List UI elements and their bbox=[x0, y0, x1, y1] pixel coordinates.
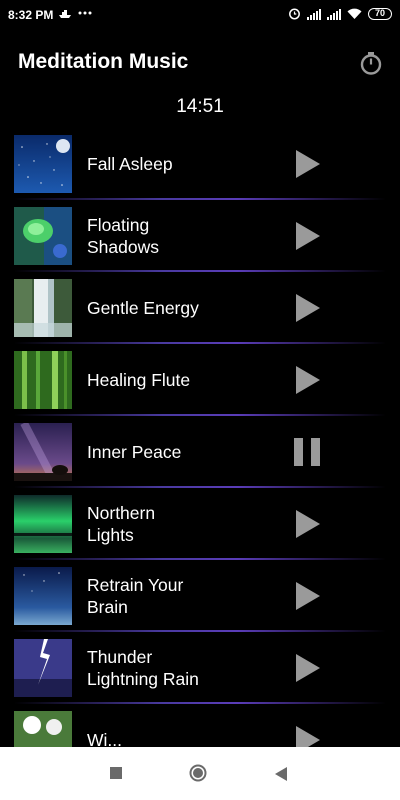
wifi-icon bbox=[347, 8, 362, 19]
play-icon bbox=[296, 654, 320, 682]
track-title: Floating Shadows bbox=[87, 200, 277, 272]
battery-level: 70 bbox=[374, 7, 385, 18]
play-button[interactable] bbox=[294, 654, 322, 682]
track-title: Wi... bbox=[87, 704, 277, 748]
track-row[interactable]: Wi... bbox=[0, 704, 400, 748]
track-list[interactable]: Fall Asleep Floating Shadows Gentle Ener… bbox=[0, 128, 400, 748]
track-row[interactable]: Northern Lights bbox=[0, 488, 400, 560]
play-icon bbox=[296, 150, 320, 178]
status-time: 8:32 PM bbox=[8, 8, 54, 22]
more-dots-icon bbox=[78, 11, 92, 15]
track-thumbnail bbox=[14, 351, 72, 409]
track-thumbnail bbox=[14, 495, 72, 553]
track-title: Northern Lights bbox=[87, 488, 277, 560]
track-row[interactable]: Fall Asleep bbox=[0, 128, 400, 200]
signal-icon bbox=[307, 8, 321, 20]
track-thumbnail bbox=[14, 135, 72, 193]
track-title-text: Thunder Lightning Rain bbox=[87, 647, 199, 689]
track-thumbnail bbox=[14, 207, 72, 265]
battery-icon: 70 bbox=[368, 7, 392, 20]
status-bar: 8:32 PM 70 bbox=[0, 0, 400, 32]
track-row[interactable]: Thunder Lightning Rain bbox=[0, 632, 400, 704]
alarm-icon bbox=[289, 8, 300, 20]
stopwatch-icon bbox=[360, 52, 382, 75]
track-thumbnail bbox=[14, 711, 72, 748]
play-button[interactable] bbox=[294, 150, 322, 178]
track-title: Gentle Energy bbox=[87, 272, 277, 344]
track-row[interactable]: Floating Shadows bbox=[0, 200, 400, 272]
track-title-text: Floating Shadows bbox=[87, 215, 159, 257]
track-title-text: Gentle Energy bbox=[87, 298, 199, 318]
status-right-icons: 70 bbox=[288, 7, 392, 20]
play-button[interactable] bbox=[294, 222, 322, 250]
track-title-text: Northern Lights bbox=[87, 503, 156, 545]
track-row[interactable]: Retrain Your Brain bbox=[0, 560, 400, 632]
track-title-text: Healing Flute bbox=[87, 370, 191, 390]
recents-square-icon[interactable] bbox=[110, 767, 122, 779]
track-title: Healing Flute bbox=[87, 344, 277, 416]
track-thumbnail bbox=[14, 639, 72, 697]
track-title: Retrain Your Brain bbox=[87, 560, 277, 632]
boat-icon bbox=[59, 10, 71, 18]
navigation-bar bbox=[0, 747, 400, 800]
sleep-timer-button[interactable] bbox=[358, 50, 384, 76]
track-row[interactable]: Inner Peace bbox=[0, 416, 400, 488]
play-button[interactable] bbox=[294, 582, 322, 610]
play-icon bbox=[296, 366, 320, 394]
track-title-text: Inner Peace bbox=[87, 442, 182, 462]
track-thumbnail bbox=[14, 423, 72, 481]
play-icon bbox=[296, 582, 320, 610]
play-button[interactable] bbox=[294, 366, 322, 394]
home-circle-icon[interactable] bbox=[189, 764, 207, 782]
status-left-icons bbox=[58, 7, 92, 19]
play-button[interactable] bbox=[294, 726, 322, 748]
track-row[interactable]: Healing Flute bbox=[0, 344, 400, 416]
play-icon bbox=[296, 222, 320, 250]
track-title-text: Retrain Your Brain bbox=[87, 575, 184, 617]
pause-icon bbox=[294, 438, 320, 466]
track-thumbnail bbox=[14, 279, 72, 337]
track-thumbnail bbox=[14, 567, 72, 625]
track-title-text: Fall Asleep bbox=[87, 154, 173, 174]
play-icon bbox=[296, 294, 320, 322]
play-icon bbox=[296, 510, 320, 538]
pause-button[interactable] bbox=[294, 438, 322, 466]
track-row[interactable]: Gentle Energy bbox=[0, 272, 400, 344]
play-button[interactable] bbox=[294, 510, 322, 538]
track-title: Inner Peace bbox=[87, 416, 277, 488]
app-title: Meditation Music bbox=[18, 50, 189, 73]
play-button[interactable] bbox=[294, 294, 322, 322]
signal-icon bbox=[327, 8, 341, 20]
play-icon bbox=[296, 726, 320, 748]
back-triangle-icon[interactable] bbox=[273, 766, 289, 782]
timer-readout: 14:51 bbox=[176, 96, 224, 117]
track-title: Thunder Lightning Rain bbox=[87, 632, 277, 704]
track-title-text: Wi... bbox=[87, 730, 122, 748]
track-title: Fall Asleep bbox=[87, 128, 277, 200]
